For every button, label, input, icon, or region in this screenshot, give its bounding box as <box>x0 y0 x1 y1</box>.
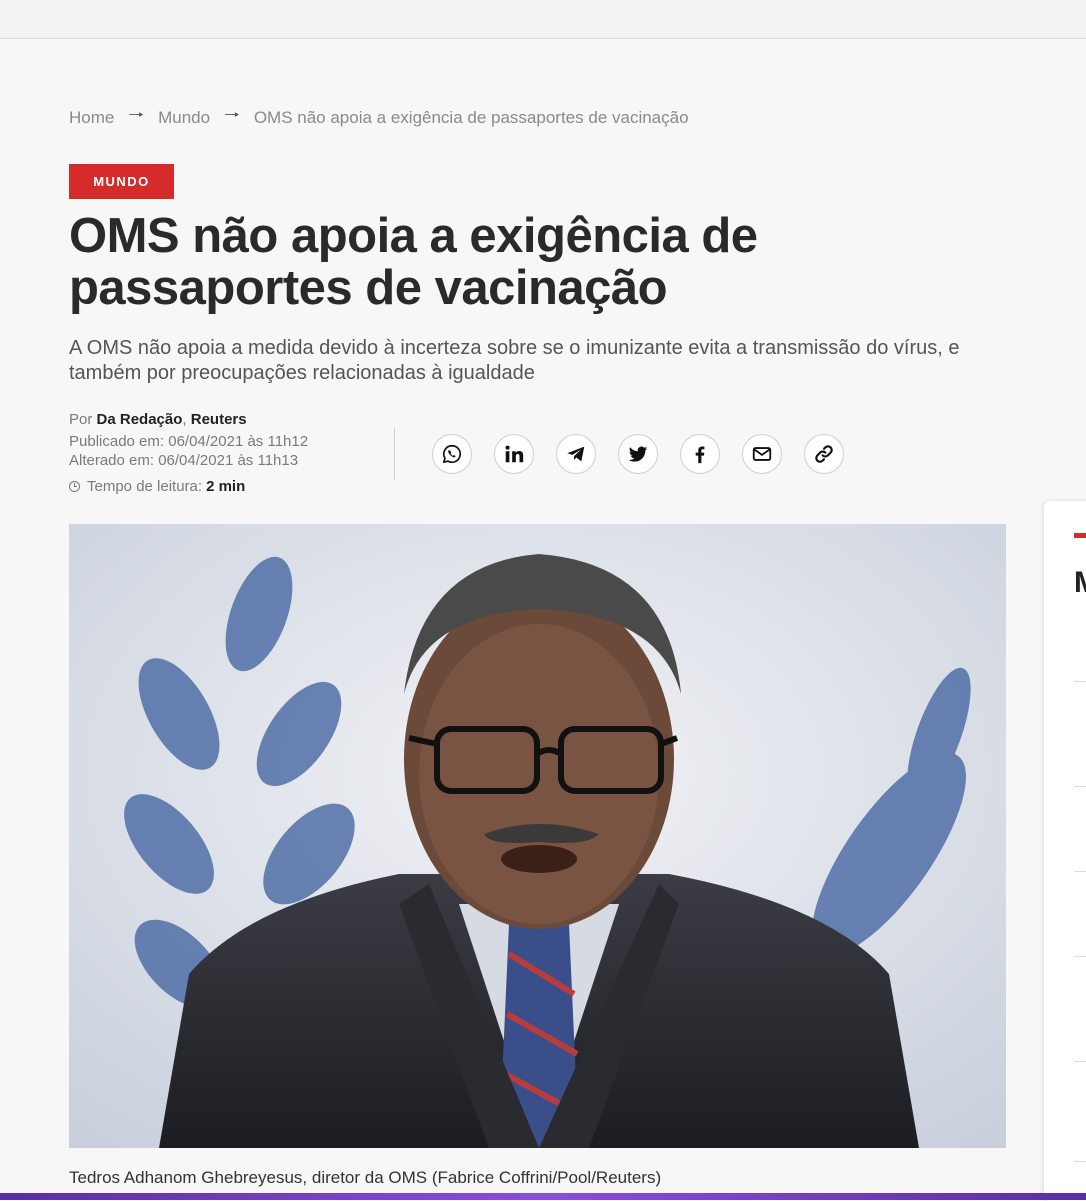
article-photo-image <box>69 524 1006 1148</box>
byline-prefix: Por <box>69 411 93 428</box>
sidebar-divider <box>1074 956 1086 957</box>
updated-date: Alterado em: 06/04/2021 às 11h13 <box>69 452 299 469</box>
article-photo <box>69 524 1006 1148</box>
article-title: OMS não apoia a exigência de passaportes… <box>69 209 758 315</box>
sidebar-divider <box>1074 1061 1086 1062</box>
published-date: Publicado em: 06/04/2021 às 11h12 <box>69 433 309 450</box>
share-email-button[interactable] <box>742 434 782 474</box>
telegram-icon <box>567 446 585 462</box>
share-linkedin-button[interactable] <box>494 434 534 474</box>
browser-top-bar <box>0 0 1086 39</box>
breadcrumb-home[interactable]: Home <box>69 108 114 128</box>
reading-time-label: Tempo de leitura: <box>87 478 203 495</box>
share-whatsapp-button[interactable] <box>432 434 472 474</box>
breadcrumb-arrow-icon: 🠒 <box>128 105 145 125</box>
reading-time: Tempo de leitura: 2 min <box>69 477 389 496</box>
breadcrumb: Home 🠒 Mundo 🠒 OMS não apoia a exigência… <box>69 103 689 133</box>
byline: Por Da Redação, Reuters <box>69 410 389 429</box>
copy-link-button[interactable] <box>804 434 844 474</box>
article-meta: Por Da Redação, Reuters Publicado em: 06… <box>69 410 389 496</box>
whatsapp-icon <box>442 444 462 464</box>
linkedin-icon <box>505 445 524 463</box>
sidebar-divider <box>1074 871 1086 872</box>
share-buttons <box>432 434 844 474</box>
breadcrumb-arrow-icon: 🠒 <box>224 105 240 125</box>
breadcrumb-section[interactable]: Mundo <box>158 108 210 128</box>
clock-icon <box>69 481 80 492</box>
sidebar-divider <box>1074 681 1086 682</box>
category-badge[interactable]: MUNDO <box>69 164 174 199</box>
byline-comma: , <box>182 411 187 428</box>
byline-author[interactable]: Da Redação <box>97 411 183 428</box>
meta-divider <box>394 428 395 480</box>
twitter-icon <box>628 446 648 462</box>
sidebar-divider <box>1074 786 1086 787</box>
photo-caption: Tedros Adhanom Ghebreyesus, diretor da O… <box>69 1168 662 1187</box>
link-icon <box>815 445 833 463</box>
share-facebook-button[interactable] <box>680 434 720 474</box>
sidebar-card: M <box>1044 501 1086 1201</box>
reading-time-value: 2 min <box>206 478 246 495</box>
email-icon <box>752 447 772 461</box>
sidebar-heading: M <box>1074 566 1086 600</box>
byline-agency[interactable]: Reuters <box>191 411 247 428</box>
facebook-icon <box>695 446 705 464</box>
bottom-bar <box>0 1193 1086 1200</box>
share-twitter-button[interactable] <box>618 434 658 474</box>
breadcrumb-current: OMS não apoia a exigência de passaportes… <box>253 108 689 127</box>
article-subtitle: A OMS não apoia a medida devido à incert… <box>69 337 960 384</box>
sidebar-accent <box>1074 533 1086 538</box>
share-telegram-button[interactable] <box>556 434 596 474</box>
sidebar-divider <box>1074 1161 1086 1162</box>
